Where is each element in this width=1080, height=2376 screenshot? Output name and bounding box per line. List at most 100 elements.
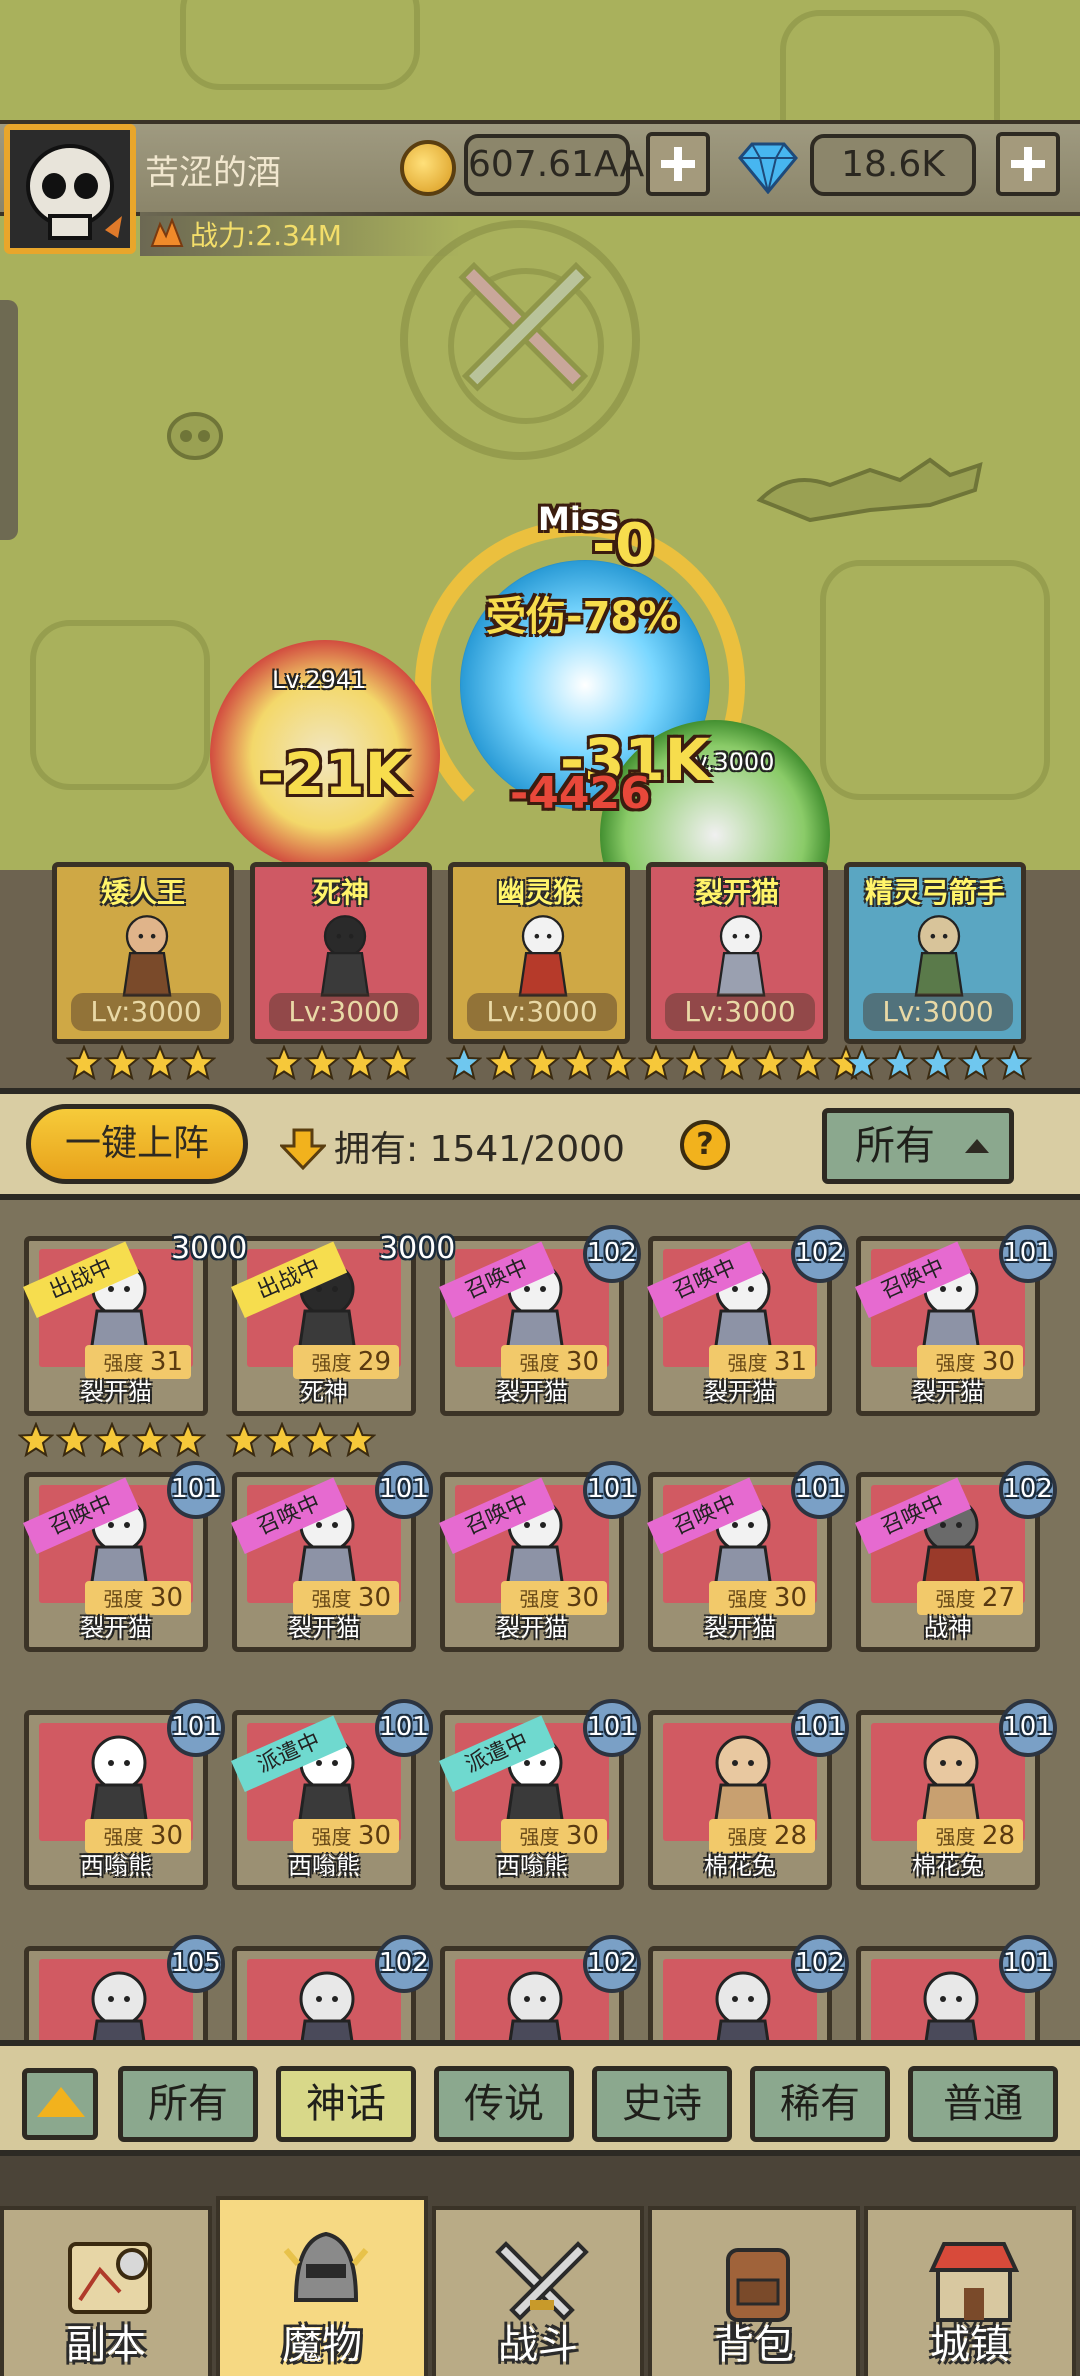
- level-badge: 102: [791, 1225, 849, 1283]
- level-badge: 101: [375, 1461, 433, 1519]
- monster-name: 裂开猫: [912, 1378, 984, 1406]
- level-badge: 102: [791, 1935, 849, 1993]
- star-icon: [340, 1422, 376, 1458]
- lineup-level: Lv:3000: [665, 993, 815, 1031]
- level-badge: 101: [583, 1461, 641, 1519]
- monster-card[interactable]: 强度 31 裂开猫 102 召唤中: [647, 1225, 849, 1416]
- monster-card[interactable]: 强度 31 裂开猫 3000 出战中: [23, 1231, 247, 1416]
- monster-name: 战神: [924, 1614, 972, 1642]
- nav-tab[interactable]: 城镇: [864, 2206, 1076, 2376]
- star-icon: [302, 1422, 338, 1458]
- level-badge: 3000: [379, 1231, 456, 1266]
- lineup-monster-name: 矮人王: [100, 876, 185, 909]
- terrain-outline: [820, 560, 1050, 800]
- nav-label: 城镇: [930, 2322, 1010, 2368]
- caret-up-icon: [965, 1139, 989, 1153]
- add-gems-button[interactable]: [996, 132, 1060, 196]
- lineup-card[interactable]: 幽灵猴 Lv:3000: [448, 862, 630, 1044]
- monster-card[interactable]: 强度 28 棉花兔 101: [856, 1699, 1057, 1890]
- star-icon: [920, 1045, 956, 1081]
- monster-card[interactable]: 强度 28 棉花兔 101: [648, 1699, 849, 1890]
- rarity-tab[interactable]: 史诗: [592, 2066, 732, 2142]
- skull-icon: [167, 412, 223, 460]
- star-icon: [996, 1045, 1032, 1081]
- monster-portrait: [518, 915, 568, 997]
- monster-card[interactable]: 强度 27 战神 102 召唤中: [855, 1461, 1057, 1652]
- monster-card[interactable]: 强度 30 裂开猫 101 召唤中: [439, 1461, 641, 1652]
- filter-dropdown[interactable]: 所有: [822, 1108, 1014, 1184]
- lineup-card[interactable]: 矮人王 Lv:3000: [52, 862, 234, 1044]
- rarity-tab[interactable]: 普通: [908, 2066, 1058, 2142]
- star-icon: [380, 1045, 416, 1081]
- lineup-monster-name: 死神: [312, 876, 369, 909]
- monster-portrait: [122, 915, 172, 997]
- lineup-card[interactable]: 死神 Lv:3000: [250, 862, 432, 1044]
- nav-tab[interactable]: 战斗: [432, 2206, 644, 2376]
- lineup-card[interactable]: 裂开猫 Lv:3000: [646, 862, 828, 1044]
- level-badge: 101: [167, 1699, 225, 1757]
- gold-coin-icon: [400, 140, 456, 196]
- nav-tab[interactable]: 背包: [648, 2206, 860, 2376]
- rarity-tab[interactable]: 稀有: [750, 2066, 890, 2142]
- monster-name: 棉花兔: [912, 1852, 984, 1880]
- monster-name: 裂开猫: [496, 1378, 568, 1406]
- star-icon: [180, 1045, 216, 1081]
- gem-amount: 18.6K: [810, 134, 976, 196]
- lineup-monster-name: 幽灵猴: [496, 876, 581, 909]
- side-drawer-tab[interactable]: [0, 300, 18, 540]
- lineup-level: Lv:3000: [863, 993, 1013, 1031]
- monster-card[interactable]: 强度 30 西嗡熊 101: [24, 1699, 225, 1890]
- monster-portrait: [716, 915, 766, 997]
- star-icon: [790, 1045, 826, 1081]
- lineup-card[interactable]: 精灵弓箭手 Lv:3000: [844, 862, 1026, 1044]
- monster-card[interactable]: 强度 30 裂开猫 101 召唤中: [23, 1461, 225, 1652]
- lineup-level: Lv:3000: [269, 993, 419, 1031]
- help-icon[interactable]: ?: [680, 1120, 730, 1170]
- star-icon: [486, 1045, 522, 1081]
- helmet-icon: [283, 2231, 369, 2302]
- star-icon: [714, 1045, 750, 1081]
- nav-tab[interactable]: 副本: [0, 2206, 212, 2376]
- monster-name: 裂开猫: [80, 1614, 152, 1642]
- power-value: 战力:2.34M: [190, 219, 342, 252]
- monster-card[interactable]: 强度 30 西嗡熊 101 派遣中: [231, 1699, 433, 1890]
- lineup-monster-name: 裂开猫: [694, 876, 779, 909]
- monster-card[interactable]: 强度 30 裂开猫 101 召唤中: [647, 1461, 849, 1652]
- monster-card[interactable]: 强度 29 死神 3000 出战中: [231, 1231, 455, 1416]
- monster-card[interactable]: 强度 30 裂开猫 102 召唤中: [439, 1225, 641, 1416]
- star-icon: [132, 1422, 168, 1458]
- level-badge: 102: [583, 1935, 641, 1993]
- star-icon: [304, 1045, 340, 1081]
- damage-zero-text: -0: [592, 512, 655, 577]
- star-icon: [958, 1045, 994, 1081]
- level-badge: 101: [583, 1699, 641, 1757]
- monster-card[interactable]: 强度 30 西嗡熊 101 派遣中: [439, 1699, 641, 1890]
- star-icon: [56, 1422, 92, 1458]
- player-name: 苦涩的酒: [145, 153, 281, 193]
- monster-name: 西嗡熊: [80, 1852, 152, 1880]
- player-avatar[interactable]: [4, 124, 136, 254]
- star-icon: [142, 1045, 178, 1081]
- critical-damage-text: -4426: [510, 768, 651, 819]
- level-badge: 101: [791, 1461, 849, 1519]
- add-gold-button[interactable]: [646, 132, 710, 196]
- rarity-tab[interactable]: 传说: [434, 2066, 574, 2142]
- star-icon: [266, 1045, 302, 1081]
- auto-deploy-button[interactable]: 一键上阵: [26, 1104, 248, 1184]
- owned-value: 1541/2000: [429, 1129, 625, 1170]
- rarity-tab[interactable]: 所有: [118, 2066, 258, 2142]
- star-icon: [94, 1422, 130, 1458]
- rarity-tab[interactable]: 神话: [276, 2066, 416, 2142]
- star-icon: [600, 1045, 636, 1081]
- star-icon: [170, 1422, 206, 1458]
- level-badge: 101: [375, 1699, 433, 1757]
- monster-portrait: [914, 915, 964, 997]
- collapse-button[interactable]: [22, 2068, 98, 2140]
- nav-label: 副本: [66, 2322, 146, 2368]
- level-badge: 101: [167, 1461, 225, 1519]
- nav-tab[interactable]: 魔物: [216, 2196, 428, 2376]
- star-icon: [264, 1422, 300, 1458]
- monster-card[interactable]: 强度 30 裂开猫 101 召唤中: [231, 1461, 433, 1652]
- power-icon: [150, 218, 184, 247]
- monster-card[interactable]: 强度 30 裂开猫 101 召唤中: [855, 1225, 1057, 1416]
